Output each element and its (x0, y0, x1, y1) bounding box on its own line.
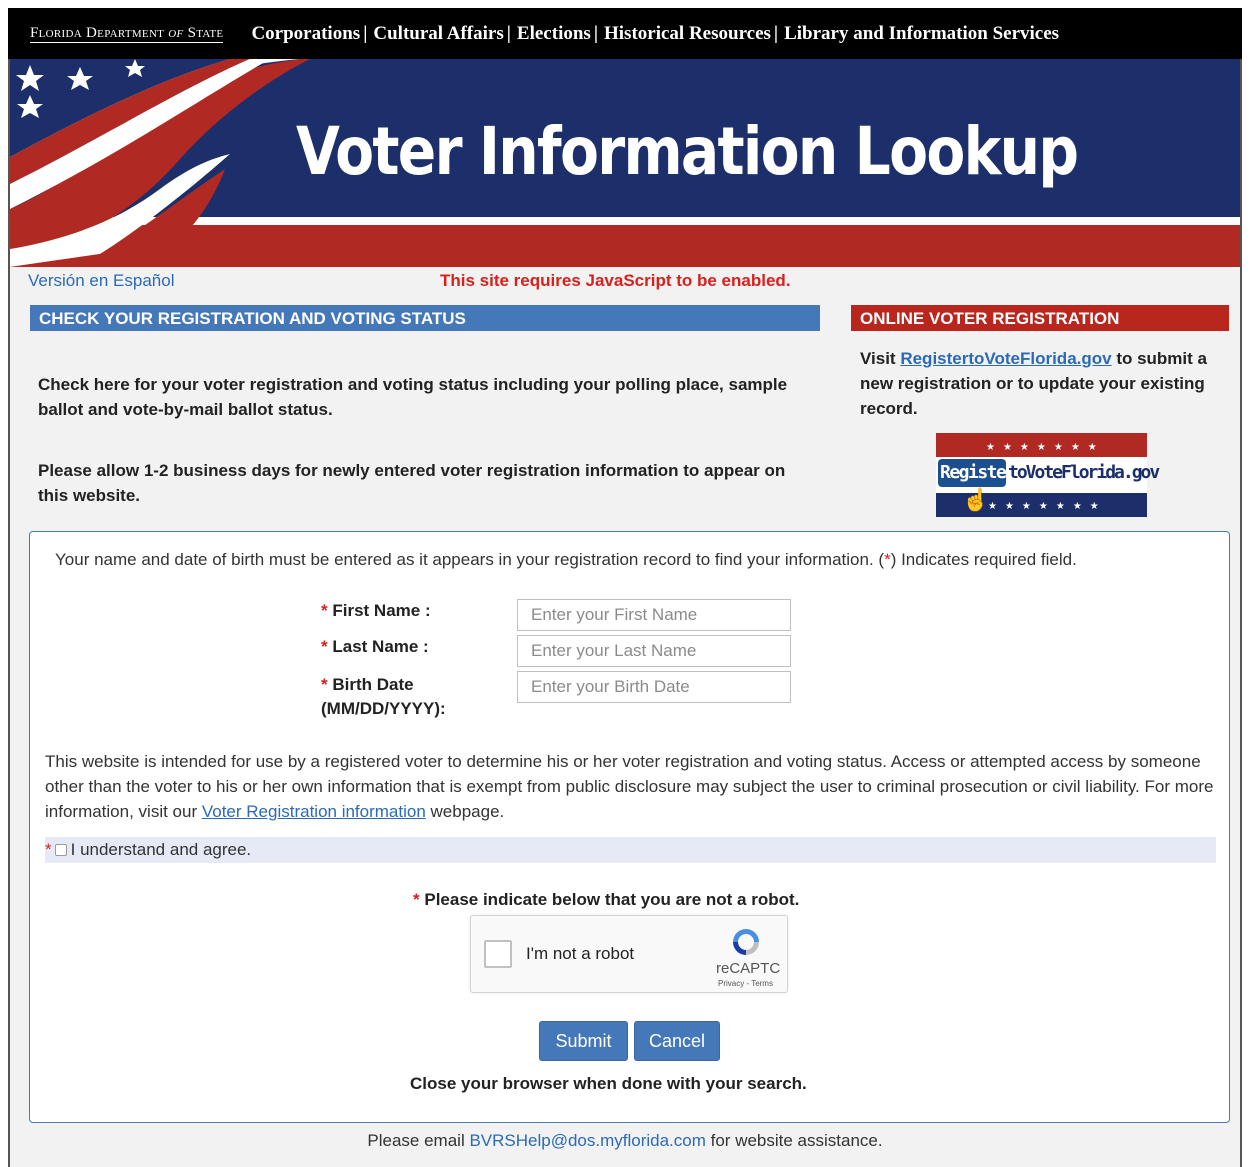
nav-link-historical-resources[interactable]: Historical Resources (604, 23, 771, 45)
voter-registration-info-link[interactable]: Voter Registration information (202, 802, 426, 821)
hand-cursor-icon: ☝ (962, 487, 990, 512)
robot-prompt-text: Please indicate below that you are not a… (424, 890, 800, 909)
footer-text-end: for website assistance. (705, 1131, 883, 1150)
agency-name-state: State (187, 24, 224, 41)
lookup-form-panel: Your name and date of birth must be ente… (29, 531, 1230, 1123)
header-banner: Voter Information Lookup (10, 59, 1240, 267)
first-name-label-text: First Name : (332, 601, 431, 620)
nav-separator: | (506, 22, 511, 44)
register-to-vote-link[interactable]: RegistertoVoteFlorida.gov (900, 349, 1111, 368)
recaptcha-logo-icon (733, 929, 759, 955)
agree-row: * I understand and agree. (45, 837, 1216, 863)
required-star: * (321, 637, 328, 656)
help-email-link[interactable]: BVRSHelp@dos.myflorida.com (469, 1131, 705, 1150)
nav-separator: | (773, 22, 779, 44)
nav-links: Corporations | Cultural Affairs | Election… (251, 23, 1059, 45)
agency-name-of: of (168, 24, 184, 41)
required-star: * (413, 890, 420, 909)
required-star: * (45, 840, 52, 859)
visit-text: Visit (860, 349, 896, 368)
online-registration-text: Visit RegistertoVoteFlorida.gov to submi… (860, 346, 1230, 421)
disclaimer-end: webpage. (425, 802, 505, 821)
check-status-header: CHECK YOUR REGISTRATION AND VOTING STATU… (30, 305, 820, 331)
cancel-button[interactable]: Cancel (634, 1021, 720, 1061)
javascript-warning: This site requires JavaScript to be enab… (440, 271, 791, 290)
nav-link-cultural-affairs[interactable]: Cultural Affairs (373, 23, 503, 45)
birth-date-label-text: Birth Date (332, 675, 414, 694)
agree-label[interactable]: I understand and agree. (71, 840, 252, 859)
birth-date-format: (MM/DD/YYYY): (321, 699, 446, 718)
last-name-label-text: Last Name : (332, 637, 429, 656)
page-title: Voter Information Lookup (296, 113, 1079, 190)
birth-date-label: * Birth Date (MM/DD/YYYY): (321, 673, 446, 721)
recaptcha-terms-link[interactable]: Privacy - Terms (718, 979, 773, 988)
svg-text:★★★★★★★: ★★★★★★★ (988, 501, 1107, 512)
close-browser-note: Close your browser when done with your s… (410, 1074, 807, 1093)
online-registration-header: ONLINE VOTER REGISTRATION (851, 305, 1229, 331)
agree-checkbox[interactable] (54, 843, 67, 856)
birth-date-input[interactable] (517, 671, 791, 703)
register-to-vote-logo[interactable]: ★★★★★★★ ★★★★★★★ Register toVoteFlorida.g… (936, 433, 1160, 517)
nav-link-library[interactable]: Library and Information Services (784, 23, 1059, 45)
last-name-label: * Last Name : (321, 637, 429, 657)
agency-logo-link[interactable]: Florida Department of State (30, 24, 224, 43)
first-name-input[interactable] (517, 599, 791, 631)
svg-text:★★★★★★★: ★★★★★★★ (986, 442, 1105, 453)
spanish-version-link[interactable]: Versión en Español (28, 271, 175, 291)
access-disclaimer: This website is intended for use by a re… (45, 749, 1215, 824)
last-name-input[interactable] (517, 635, 791, 667)
recaptcha-label: I'm not a robot (526, 944, 635, 963)
footer: Please email BVRSHelp@dos.myflorida.com … (0, 1131, 1250, 1151)
processing-note: Please allow 1-2 business days for newly… (38, 461, 786, 505)
recaptcha-brand: reCAPTC (716, 960, 781, 977)
nav-separator: | (593, 22, 598, 44)
first-name-label: * First Name : (321, 601, 431, 621)
top-nav-bar: Florida Department of State Corporations… (8, 8, 1242, 59)
logo-register-text: Register (940, 462, 1016, 483)
logo-domain-text: toVoteFlorida.gov (1008, 462, 1160, 483)
required-star: * (321, 675, 328, 694)
note-text: Your name and date of birth must be ente… (55, 550, 885, 569)
robot-prompt: * Please indicate below that you are not… (413, 890, 799, 910)
note-text-end: ) Indicates required field. (890, 550, 1077, 569)
footer-text: Please email (367, 1131, 470, 1150)
required-star: * (884, 550, 891, 569)
recaptcha-checkbox[interactable] (484, 940, 512, 968)
submit-button[interactable]: Submit (539, 1021, 628, 1061)
required-field-note: Your name and date of birth must be ente… (55, 550, 1077, 570)
nav-link-corporations[interactable]: Corporations (251, 23, 360, 45)
recaptcha-widget: I'm not a robot reCAPTC Privacy - Terms (470, 915, 788, 993)
agency-name-part: Florida Department (30, 24, 165, 41)
nav-link-elections[interactable]: Elections (517, 23, 591, 45)
intro-paragraph: Check here for your voter registration a… (38, 375, 788, 419)
required-star: * (321, 601, 328, 620)
nav-separator: | (363, 22, 368, 44)
